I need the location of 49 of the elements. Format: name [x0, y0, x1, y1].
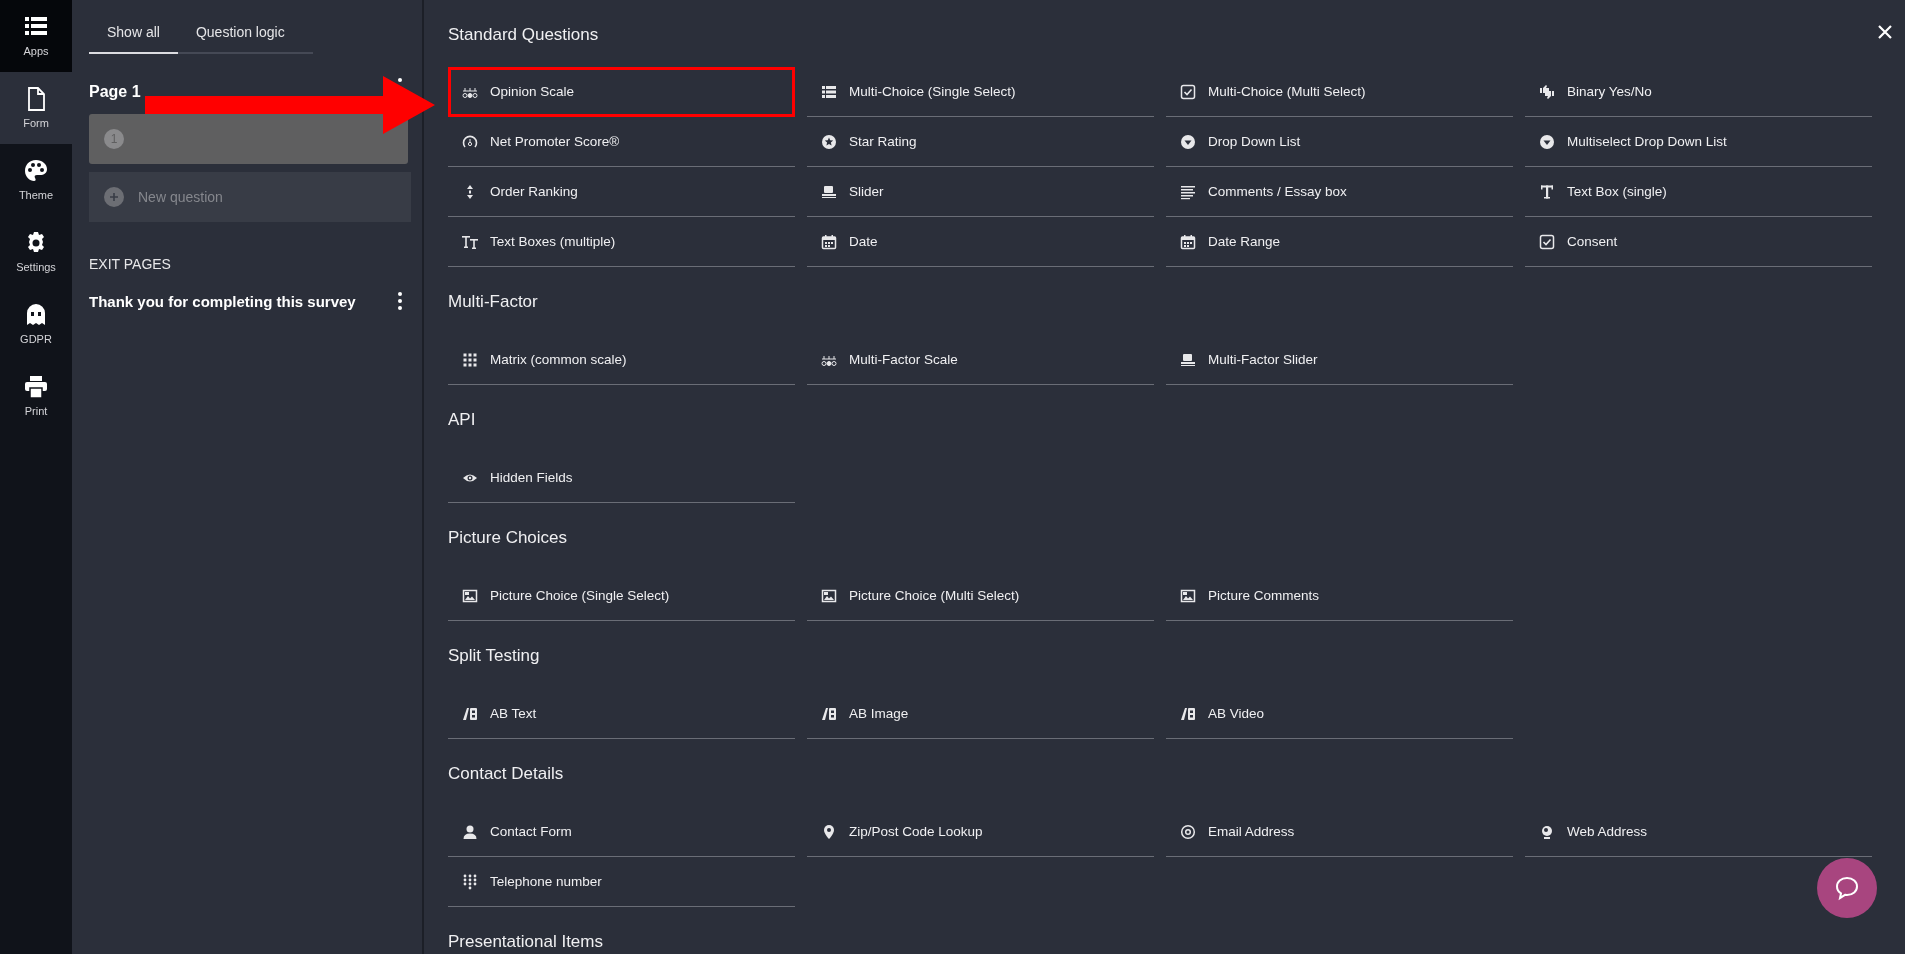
section-heading: Contact Details	[448, 764, 564, 783]
question-type-item[interactable]: AB Text	[448, 689, 795, 739]
exit-page-title[interactable]: Thank you for completing this survey	[89, 292, 356, 310]
section-heading: Presentational Items	[448, 932, 603, 951]
tab[interactable]: Question logic	[177, 14, 303, 54]
question-type-item[interactable]: Comments / Essay box	[1166, 167, 1513, 217]
question-type-item[interactable]: Multiselect Drop Down List	[1525, 117, 1872, 167]
rail-item[interactable]: Apps	[0, 0, 72, 72]
question-type-item[interactable]: Email Address	[1166, 807, 1513, 857]
question-type-item[interactable]: Picture Choice (Single Select)	[448, 571, 795, 621]
question-type-item[interactable]: Telephone number	[448, 857, 795, 907]
section-heading: Split Testing	[448, 646, 540, 665]
section-heading: Standard Questions	[448, 25, 599, 44]
page-title: Page 1	[89, 83, 141, 101]
question-type-item[interactable]: Picture Choice (Multi Select)	[807, 571, 1154, 621]
rail-item[interactable]: Theme	[0, 144, 72, 216]
section-heading: Multi-Factor	[448, 292, 538, 311]
rail-item[interactable]: Settings	[0, 216, 72, 288]
question-type-item[interactable]: AB Image	[807, 689, 1154, 739]
question-type-item[interactable]: Consent	[1525, 217, 1872, 267]
question-type-item[interactable]: Date Range	[1166, 217, 1513, 267]
question-type-item[interactable]: Multi-Choice (Single Select)	[807, 67, 1154, 117]
question-type-item[interactable]: Picture Comments	[1166, 571, 1513, 621]
question-type-item[interactable]: Binary Yes/No	[1525, 67, 1872, 117]
question-type-item[interactable]: Order Ranking	[448, 167, 795, 217]
question-type-item[interactable]: Contact Form	[448, 807, 795, 857]
rail-item[interactable]: Form	[0, 72, 72, 144]
section-heading: Picture Choices	[448, 528, 568, 547]
question-type-item[interactable]: Net Promoter Score®	[448, 117, 795, 167]
question-type-item[interactable]: Hidden Fields	[448, 453, 795, 503]
question-type-item[interactable]: Text Box (single)	[1525, 167, 1872, 217]
rail-item[interactable]: Print	[0, 360, 72, 432]
section-heading: EXIT PAGES	[89, 256, 172, 272]
question-type-item[interactable]: Slider	[807, 167, 1154, 217]
question-type-item[interactable]: Text Boxes (multiple)	[448, 217, 795, 267]
rail-item[interactable]: GDPR	[0, 288, 72, 360]
question-type-item[interactable]: Date	[807, 217, 1154, 267]
question-type-item[interactable]: Zip/Post Code Lookup	[807, 807, 1154, 857]
question-type-item[interactable]: Opinion Scale	[448, 67, 795, 117]
question-type-item[interactable]: AB Video	[1166, 689, 1513, 739]
question-type-item[interactable]: Multi-Choice (Multi Select)	[1166, 67, 1513, 117]
question-type-item[interactable]: Matrix (common scale)	[448, 335, 795, 385]
section-heading: API	[448, 410, 476, 429]
question-type-item[interactable]: Web Address	[1525, 807, 1872, 857]
question-type-item[interactable]: Star Rating	[807, 117, 1154, 167]
question-type-item[interactable]: Drop Down List	[1166, 117, 1513, 167]
question-type-item[interactable]: Multi-Factor Slider	[1166, 335, 1513, 385]
tab[interactable]: Show all	[89, 14, 178, 54]
question-type-item[interactable]: Multi-Factor Scale	[807, 335, 1154, 385]
